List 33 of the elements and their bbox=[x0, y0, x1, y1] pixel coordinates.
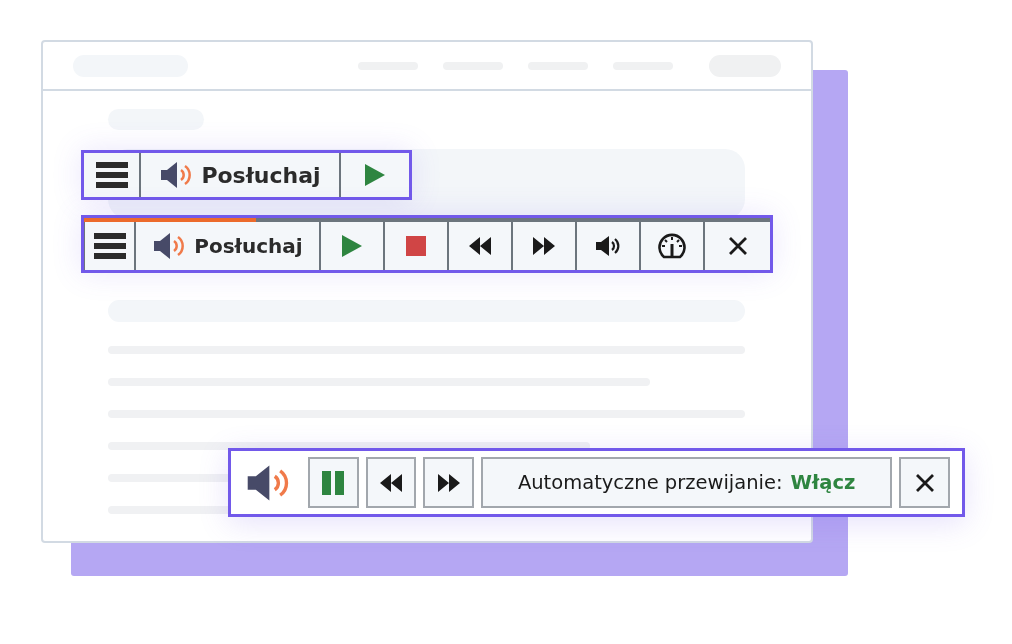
menu-icon bbox=[95, 162, 128, 188]
play-button[interactable] bbox=[321, 222, 385, 270]
pause-button[interactable] bbox=[307, 457, 359, 508]
speaker-icon bbox=[152, 232, 187, 260]
gauge-icon bbox=[657, 231, 687, 261]
menu-button[interactable] bbox=[84, 153, 141, 197]
volume-button[interactable] bbox=[577, 222, 641, 270]
rewind-icon bbox=[469, 237, 491, 255]
fast-forward-icon bbox=[437, 473, 460, 492]
play-button[interactable] bbox=[341, 153, 409, 197]
close-button[interactable] bbox=[899, 457, 950, 508]
menu-button[interactable] bbox=[84, 222, 136, 270]
play-icon bbox=[342, 235, 362, 257]
rewind-icon bbox=[379, 473, 402, 492]
rewind-button[interactable] bbox=[365, 457, 417, 508]
listen-button[interactable]: Posłuchaj bbox=[136, 222, 321, 270]
forward-button[interactable] bbox=[423, 457, 475, 508]
listen-button[interactable]: Posłuchaj bbox=[141, 153, 341, 197]
pause-icon bbox=[322, 470, 345, 495]
close-button[interactable] bbox=[705, 222, 770, 270]
forward-button[interactable] bbox=[513, 222, 577, 270]
play-icon bbox=[365, 164, 385, 186]
speaker-icon bbox=[159, 161, 194, 189]
close-icon bbox=[727, 236, 748, 256]
volume-icon bbox=[595, 235, 621, 257]
close-icon bbox=[914, 472, 935, 493]
fast-forward-icon bbox=[533, 237, 555, 255]
stop-icon bbox=[406, 236, 426, 256]
stop-button[interactable] bbox=[385, 222, 449, 270]
auto-scroll-button[interactable]: Automatyczne przewijanie: Włącz bbox=[481, 457, 893, 508]
menu-icon bbox=[93, 233, 126, 259]
rewind-button[interactable] bbox=[449, 222, 513, 270]
speed-button[interactable] bbox=[641, 222, 705, 270]
